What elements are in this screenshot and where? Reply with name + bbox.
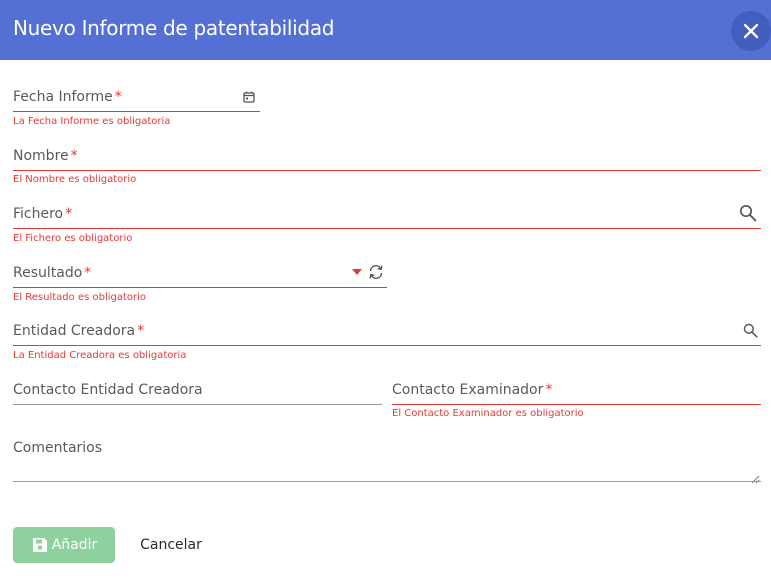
resultado-error: El Resultado es obligatorio (13, 292, 147, 303)
nombre-label: Nombre * (13, 148, 78, 164)
comentarios-label: Comentarios (13, 440, 103, 456)
resultado-underline (13, 287, 387, 288)
fichero-underline (13, 228, 761, 229)
contacto-entidad-creadora-underline (13, 404, 382, 405)
nombre-field[interactable]: Nombre * (13, 145, 761, 171)
entidad-creadora-error: La Entidad Creadora es obligatoria (13, 350, 187, 361)
fecha-informe-error: La Fecha Informe es obligatoria (13, 116, 171, 127)
nombre-underline (13, 170, 761, 171)
cancel-button[interactable]: Cancelar (128, 527, 214, 563)
add-button-label: Añadir (51, 537, 98, 553)
refresh-icon[interactable] (367, 263, 385, 281)
dropdown-arrow-icon[interactable] (352, 269, 362, 275)
contacto-entidad-creadora-label: Contacto Entidad Creadora (13, 382, 203, 398)
search-icon[interactable] (742, 322, 758, 338)
contacto-entidad-creadora-field[interactable]: Contacto Entidad Creadora (13, 379, 382, 405)
resize-handle-icon[interactable] (750, 469, 760, 484)
search-icon[interactable] (738, 203, 758, 223)
entidad-creadora-underline (13, 345, 761, 346)
calendar-icon[interactable] (243, 91, 255, 103)
close-button[interactable] (731, 11, 771, 51)
close-icon (743, 23, 759, 39)
fecha-informe-underline (13, 111, 260, 112)
contacto-examinador-field[interactable]: Contacto Examinador * (392, 379, 761, 405)
contacto-examinador-label: Contacto Examinador * (392, 382, 553, 398)
comentarios-textarea[interactable]: Comentarios (13, 437, 761, 484)
entidad-creadora-label: Entidad Creadora * (13, 323, 145, 339)
dialog-title: Nuevo Informe de patentabilidad (13, 16, 335, 40)
fecha-informe-field[interactable]: Fecha Informe * (13, 86, 260, 112)
contacto-examinador-underline (392, 404, 761, 405)
fichero-error: El Fichero es obligatorio (13, 233, 133, 244)
fecha-informe-label: Fecha Informe * (13, 89, 122, 105)
comentarios-underline (13, 481, 761, 482)
save-icon (32, 538, 47, 552)
entidad-creadora-field[interactable]: Entidad Creadora * (13, 320, 761, 346)
resultado-field[interactable]: Resultado * (13, 262, 387, 288)
fichero-label: Fichero * (13, 206, 73, 222)
dialog-header: Nuevo Informe de patentabilidad (0, 0, 771, 60)
resultado-label: Resultado * (13, 265, 92, 281)
add-button[interactable]: Añadir (13, 527, 115, 563)
nombre-error: El Nombre es obligatorio (13, 174, 137, 185)
fichero-field[interactable]: Fichero * (13, 203, 761, 229)
contacto-examinador-error: El Contacto Examinador es obligatorio (392, 408, 584, 419)
